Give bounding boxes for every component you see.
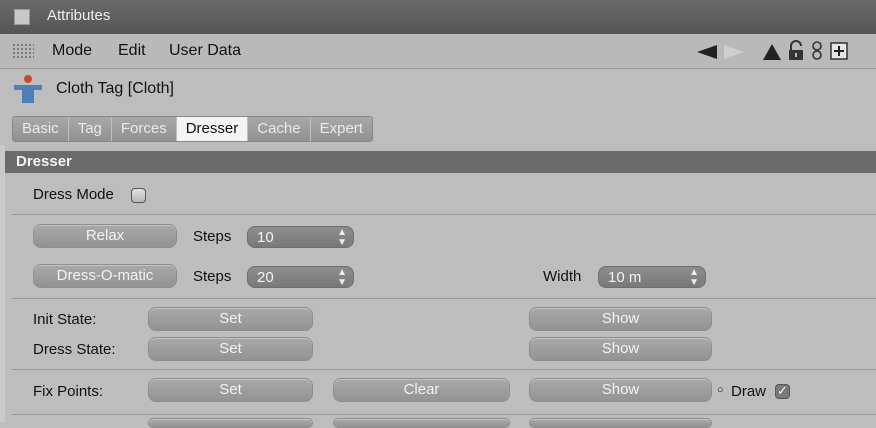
dress-state-label: Dress State: [33,341,116,358]
new-panel-icon[interactable] [830,42,848,60]
tab-expert[interactable]: Expert [310,117,372,141]
dressomatic-steps-field[interactable]: 20 ▲ ▼ [247,266,354,288]
partial-button[interactable] [148,418,313,428]
spinner-arrows-icon[interactable]: ▲ ▼ [689,268,699,288]
window-title: Attributes [47,7,111,24]
width-field[interactable]: 10 m ▲ ▼ [598,266,706,288]
divider [12,369,876,370]
divider [12,298,876,299]
partial-button[interactable] [333,418,510,428]
tag-header: Cloth Tag [Cloth] [0,69,876,115]
section-header: Dresser [5,151,876,173]
dressomatic-steps-value: 20 [257,269,274,286]
grip-handle-icon[interactable] [12,43,34,59]
width-value: 10 m [608,269,642,286]
fix-points-clear-button[interactable]: Clear [333,378,510,402]
menu-mode[interactable]: Mode [52,42,92,60]
init-state-set-button[interactable]: Set [148,307,313,331]
animation-dot-icon[interactable]: ○ [717,384,724,396]
init-state-show-button[interactable]: Show [529,307,712,331]
dressomatic-steps-label: Steps [193,268,232,285]
init-state-label: Init State: [33,311,97,328]
panel-menu-icon[interactable] [14,9,30,25]
panel-edge [0,145,5,422]
tab-basic[interactable]: Basic [13,117,69,141]
dress-state-show-button[interactable]: Show [529,337,712,361]
link-icon[interactable] [810,40,824,62]
fix-points-show-button[interactable]: Show [529,378,712,402]
tab-dresser[interactable]: Dresser [176,117,249,141]
spinner-arrows-icon[interactable]: ▲ ▼ [337,268,347,288]
spinner-arrows-icon[interactable]: ▲ ▼ [337,228,347,248]
width-label: Width [543,268,582,285]
dress-mode-checkbox[interactable] [131,188,146,203]
relax-steps-label: Steps [193,228,232,245]
title-bar: Attributes [0,0,876,34]
fix-points-label: Fix Points: [33,383,104,400]
back-arrow-icon[interactable] [695,44,719,60]
cloth-tag-icon [14,75,42,103]
tab-cache[interactable]: Cache [248,117,311,141]
partial-button[interactable] [529,418,712,428]
relax-button[interactable]: Relax [33,224,177,248]
dress-state-set-button[interactable]: Set [148,337,313,361]
menu-bar: Mode Edit User Data [0,34,876,69]
up-arrow-icon[interactable] [762,42,782,62]
dress-mode-label: Dress Mode [33,186,114,203]
menu-user-data[interactable]: User Data [169,42,241,60]
draw-checkbox[interactable]: ✓ [775,384,790,399]
tag-label: Cloth Tag [Cloth] [56,80,174,97]
tab-bar: Basic Tag Forces Dresser Cache Expert [12,116,373,142]
tab-tag[interactable]: Tag [68,117,112,141]
relax-steps-value: 10 [257,229,274,246]
lock-icon[interactable] [787,40,805,62]
fix-points-set-button[interactable]: Set [148,378,313,402]
divider [12,214,876,215]
menu-edit[interactable]: Edit [118,42,146,60]
tab-forces[interactable]: Forces [111,117,177,141]
forward-arrow-icon[interactable] [722,44,746,60]
divider [12,414,876,415]
dress-o-matic-button[interactable]: Dress-O-matic [33,264,177,288]
draw-label: Draw [731,383,767,400]
relax-steps-field[interactable]: 10 ▲ ▼ [247,226,354,248]
